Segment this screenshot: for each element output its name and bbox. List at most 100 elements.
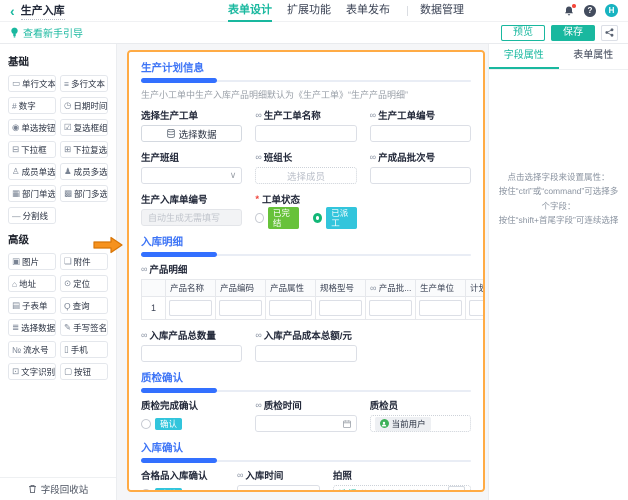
cell-input-product-batch[interactable] — [369, 300, 412, 316]
field-label: 工单状态 — [262, 192, 300, 206]
team-leader-member-picker[interactable]: 选择成员 — [255, 167, 356, 184]
tab-form-design[interactable]: 表单设计 — [228, 0, 272, 22]
field-item-member-single[interactable]: ♙成员单选 — [8, 163, 56, 180]
order-no-input[interactable] — [370, 125, 471, 142]
field-order-status[interactable]: *工单状态 已完结 已派工 — [255, 192, 356, 226]
field-item-ocr[interactable]: ⊡文字识别 — [8, 363, 56, 380]
section-title-inbound-detail[interactable]: 入库明细 — [141, 234, 471, 249]
field-item-member-multi[interactable]: ♟成员多选 — [60, 163, 108, 180]
notification-bell-icon[interactable] — [563, 5, 575, 17]
form-title[interactable]: 生产入库 — [21, 2, 65, 20]
field-item-select[interactable]: ⊟下拉框 — [8, 141, 56, 158]
order-name-input[interactable] — [255, 125, 356, 142]
tab-data-management[interactable]: 数据管理 — [420, 0, 464, 22]
qc-time-input[interactable] — [255, 415, 356, 432]
radio-checked[interactable] — [313, 213, 322, 223]
field-item-select-data[interactable]: ≣选择数据 — [8, 319, 56, 336]
radio-unchecked[interactable] — [141, 489, 151, 493]
field-item-dept-single[interactable]: ▦部门单选 — [8, 185, 56, 202]
field-team-leader[interactable]: ∞班组长 选择成员 — [255, 150, 356, 184]
product-batch-no-input[interactable] — [370, 167, 471, 184]
field-select-production-order[interactable]: 选择生产工单 选择数据 — [141, 108, 242, 142]
photo-select-link[interactable]: 选择 — [339, 487, 357, 492]
tab-extensions[interactable]: 扩展功能 — [287, 0, 331, 22]
advanced-field-items: ▣图片 ❏附件 ⌂地址 ⊙定位 ▤子表单 Ϙ查询 ≣选择数据 ✎手写签名 №流水… — [8, 253, 108, 380]
cell-input-product-attr[interactable] — [269, 300, 312, 316]
total-cost-input[interactable] — [255, 345, 356, 362]
field-item-phone[interactable]: ▯手机 — [60, 341, 108, 358]
field-production-team[interactable]: 生产班组 ∨ — [141, 150, 242, 184]
field-qc-user[interactable]: 质检员 当前用户 — [370, 398, 471, 432]
field-inbound-no[interactable]: 生产入库单编号 自动生成无需填写 — [141, 192, 242, 226]
field-item-button[interactable]: ▢按钮 — [60, 363, 108, 380]
current-user-label: 当前用户 — [392, 418, 426, 430]
field-item-address[interactable]: ⌂地址 — [8, 275, 56, 292]
total-qty-input[interactable] — [141, 345, 242, 362]
back-icon[interactable]: ‹ — [10, 4, 15, 18]
field-inbound-time[interactable]: ∞入库时间 — [237, 468, 320, 492]
field-total-qty[interactable]: ∞入库产品总数量 — [141, 328, 242, 362]
field-item-serial-number[interactable]: №流水号 — [8, 341, 56, 358]
qc-confirm-option[interactable]: 确认 — [141, 418, 182, 430]
qc-user-picker[interactable]: 当前用户 — [370, 415, 471, 432]
production-team-select[interactable]: ∨ — [141, 167, 242, 184]
share-button[interactable] — [601, 25, 618, 41]
field-qc-confirm[interactable]: 质检完成确认 确认 — [141, 398, 242, 432]
inbound-time-input[interactable] — [237, 485, 320, 492]
cell-input-spec-model[interactable] — [319, 300, 362, 316]
field-item-number[interactable]: #数字 — [8, 97, 56, 114]
user-avatar[interactable]: H — [605, 4, 618, 17]
field-item-divider[interactable]: ―分割线 — [8, 207, 56, 224]
inbound-confirm-option[interactable]: 确认 — [141, 488, 182, 493]
section-title-qc-confirm[interactable]: 质检确认 — [141, 370, 471, 385]
field-item-location[interactable]: ⊙定位 — [60, 275, 108, 292]
photo-upload-box[interactable]: 选择 拖拽或单击后粘贴图片... ▨ — [333, 485, 471, 492]
calendar-icon — [343, 420, 351, 428]
cell-input-product-code[interactable] — [219, 300, 262, 316]
section-title-inbound-confirm[interactable]: 入库确认 — [141, 440, 471, 455]
basic-group-title: 基础 — [8, 54, 108, 69]
help-icon[interactable]: ? — [584, 5, 596, 17]
field-item-multi-line-text[interactable]: ≡多行文本 — [60, 75, 108, 92]
field-total-cost[interactable]: ∞入库产品成本总额/元 — [255, 328, 356, 362]
field-order-no[interactable]: ∞生产工单编号 — [370, 108, 471, 142]
field-item-multi-select[interactable]: ⊞下拉复选框 — [60, 141, 108, 158]
field-item-dept-multi[interactable]: ▩部门多选 — [60, 185, 108, 202]
cell-input-planned-qty[interactable] — [469, 300, 485, 316]
save-button[interactable]: 保存 — [551, 25, 595, 41]
select-data-button[interactable]: 选择数据 — [141, 125, 242, 142]
tab-form-publish[interactable]: 表单发布 — [346, 0, 390, 22]
preview-button[interactable]: 预览 — [501, 25, 545, 41]
beginner-guide-link[interactable]: 查看新手引导 — [10, 25, 83, 40]
field-item-radio-group[interactable]: ◉单选按钮组 — [8, 119, 56, 136]
status-option-finished[interactable]: 已完结 — [255, 207, 299, 229]
product-detail-subform[interactable]: 产品名称 产品编码 产品属性 规格型号 ∞ 产品批... 生产单位 计划生产数量… — [141, 279, 485, 320]
field-item-signature[interactable]: ✎手写签名 — [60, 319, 108, 336]
status-option-dispatched[interactable]: 已派工 — [313, 207, 357, 229]
section-title-plan-info[interactable]: 生产计划信息 — [141, 60, 471, 75]
field-item-query[interactable]: Ϙ查询 — [60, 297, 108, 314]
field-qc-time[interactable]: ∞质检时间 — [255, 398, 356, 432]
field-order-name[interactable]: ∞生产工单名称 — [255, 108, 356, 142]
tab-form-properties[interactable]: 表单属性 — [559, 44, 628, 69]
radio-unchecked[interactable] — [255, 213, 264, 223]
field-product-batch-no[interactable]: ∞产成品批次号 — [370, 150, 471, 184]
field-item-datetime[interactable]: ◷日期时间 — [60, 97, 108, 114]
field-library-sidebar: 基础 ▭单行文本 ≡多行文本 #数字 ◷日期时间 ◉单选按钮组 ☑复选框组 ⊟下… — [0, 44, 117, 500]
field-recycle-bin[interactable]: 字段回收站 — [0, 477, 116, 500]
radio-unchecked[interactable] — [141, 419, 151, 429]
field-photo[interactable]: 拍照 选择 拖拽或单击后粘贴图片... ▨ — [333, 468, 471, 492]
tab-field-properties[interactable]: 字段属性 — [489, 44, 559, 69]
field-item-subform[interactable]: ▤子表单 — [8, 297, 56, 314]
field-item-single-line-text[interactable]: ▭单行文本 — [8, 75, 56, 92]
form-canvas[interactable]: 生产计划信息 生产小工单中生产入库产品明细默认为《生产工单》“生产产品明细” 选… — [127, 50, 485, 492]
hint-line-2: 按住“ctrl”或“command”可选择多个字段： — [497, 184, 620, 213]
field-item-attachment[interactable]: ❏附件 — [60, 253, 108, 270]
field-inbound-confirm[interactable]: 合格品入库确认 确认 — [141, 468, 224, 492]
cell-input-production-unit[interactable] — [419, 300, 462, 316]
cell-input-product-name[interactable] — [169, 300, 212, 316]
field-item-checkbox-group[interactable]: ☑复选框组 — [60, 119, 108, 136]
linked-field-icon: ∞ — [370, 152, 376, 162]
field-item-image[interactable]: ▣图片 — [8, 253, 56, 270]
image-picker-button[interactable]: ▨ — [448, 486, 465, 492]
